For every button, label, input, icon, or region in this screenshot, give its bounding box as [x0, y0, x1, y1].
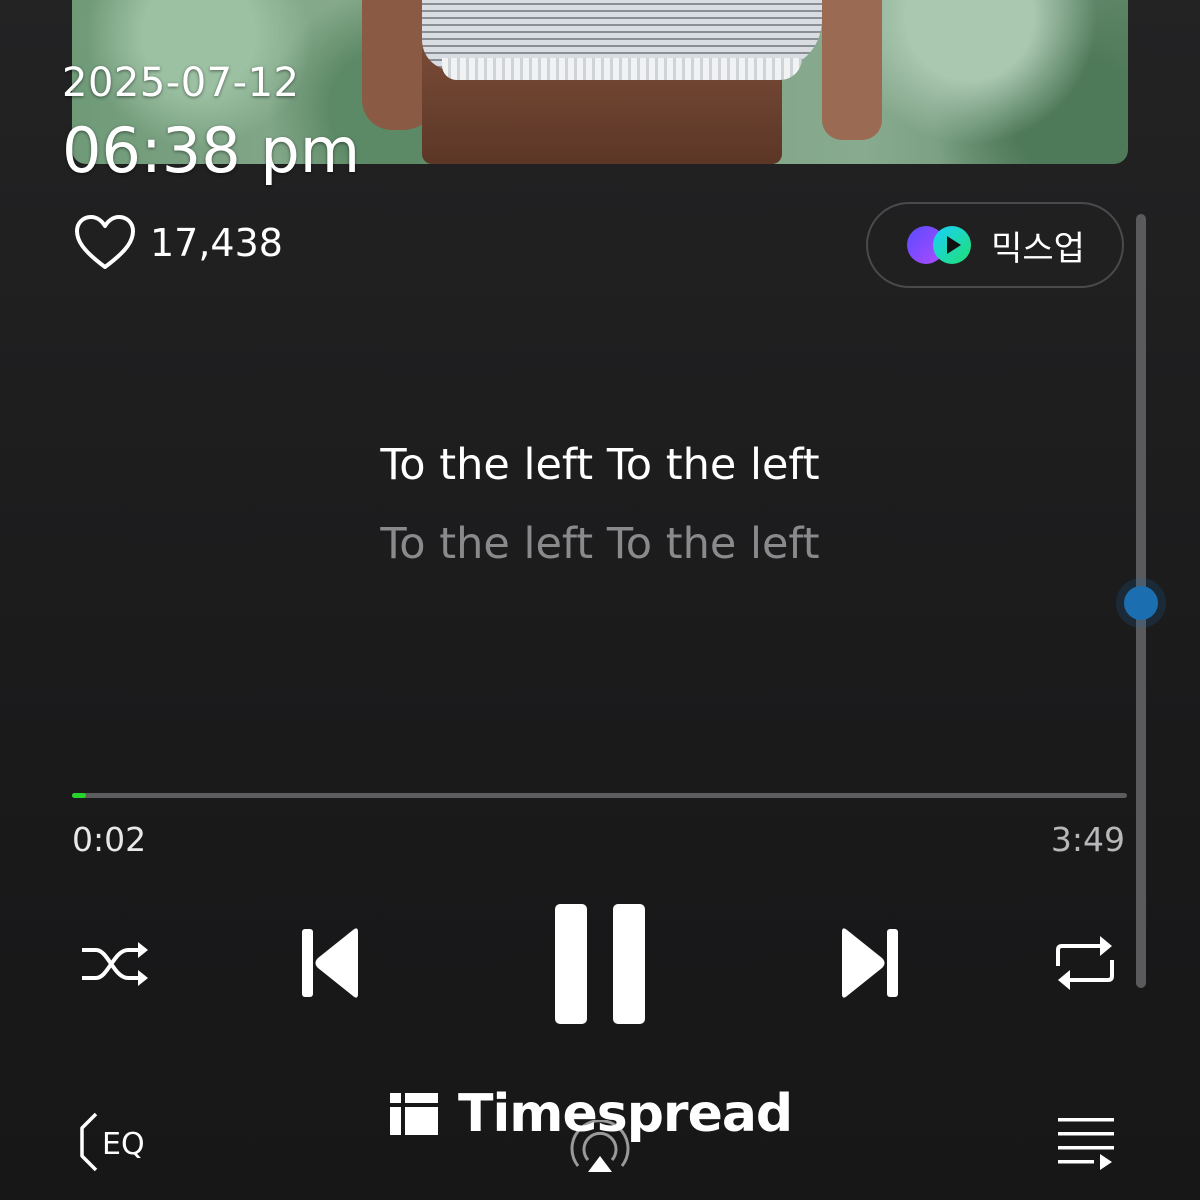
repeat-icon: [1056, 936, 1114, 990]
scroll-thumb[interactable]: [1124, 586, 1158, 620]
skip-previous-icon: [302, 928, 358, 998]
heart-icon: [75, 215, 135, 269]
lyric-current[interactable]: To the left To the left: [0, 440, 1200, 490]
playlist-icon: [1058, 1118, 1114, 1170]
shuffle-icon: [82, 942, 148, 986]
next-button[interactable]: [838, 926, 900, 1000]
lyric-next[interactable]: To the left To the left: [0, 519, 1200, 569]
album-art-figure: [362, 0, 882, 164]
eq-icon: EQ: [80, 1112, 145, 1172]
like-count: 17,438: [150, 221, 283, 265]
mixup-icon: [907, 226, 972, 264]
progress-bar[interactable]: [72, 793, 1127, 798]
current-time: 0:02: [72, 820, 147, 859]
eq-button[interactable]: EQ: [74, 1110, 160, 1174]
progress-fill: [72, 793, 86, 798]
svg-text:EQ: EQ: [102, 1127, 145, 1162]
queue-button[interactable]: [1056, 1114, 1116, 1172]
mixup-button[interactable]: 믹스업: [866, 202, 1124, 288]
pause-button[interactable]: [553, 902, 647, 1026]
repeat-button[interactable]: [1052, 932, 1118, 994]
shuffle-button[interactable]: [78, 936, 150, 992]
date-overlay: 2025-07-12: [62, 60, 300, 106]
watermark-text: Timespread: [458, 1084, 793, 1144]
mixup-label: 믹스업: [991, 228, 1085, 269]
skip-next-icon: [842, 928, 898, 998]
watermark: Timespread: [390, 1084, 793, 1144]
like-button[interactable]: 17,438: [74, 214, 283, 272]
total-time: 3:49: [1050, 820, 1125, 859]
time-overlay: 06:38 pm: [62, 114, 361, 187]
previous-button[interactable]: [300, 926, 362, 1000]
pause-icon: [555, 904, 645, 1024]
watermark-logo-icon: [390, 1093, 438, 1135]
